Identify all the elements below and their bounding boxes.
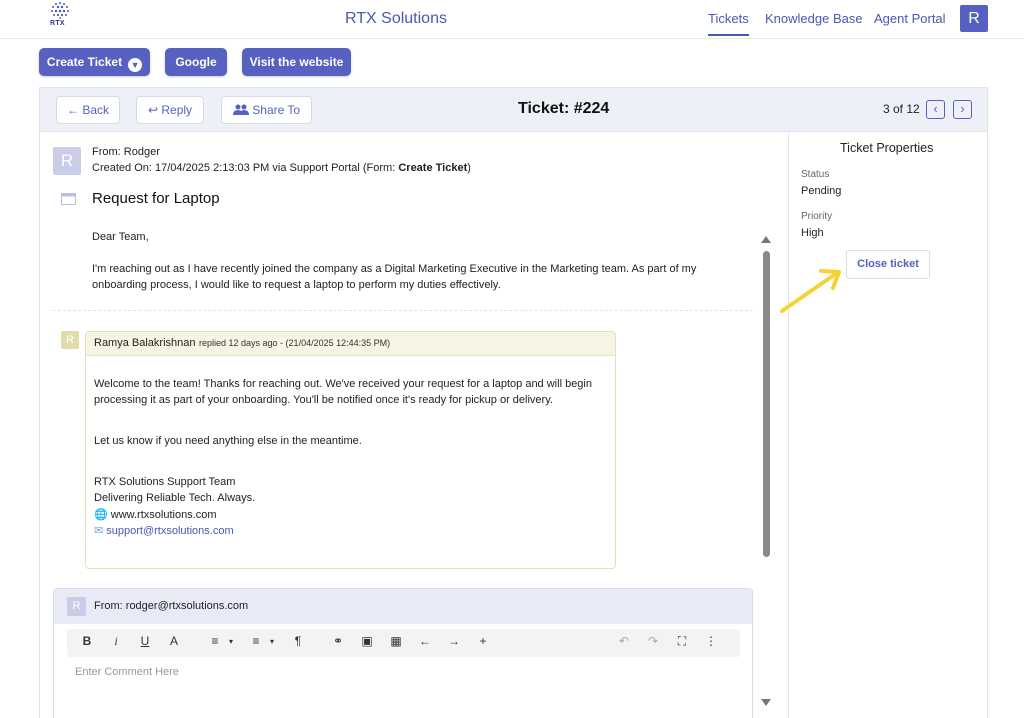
chevron-down-icon: ▼	[128, 58, 143, 72]
italic-icon[interactable]: i	[107, 634, 125, 649]
scroll-down-icon[interactable]	[761, 699, 771, 706]
reply-line3: Let us know if you need anything else in…	[94, 435, 362, 447]
annotation-arrow-icon	[780, 269, 841, 313]
nav-agent-portal[interactable]: Agent Portal	[874, 11, 946, 26]
redo-icon[interactable]: ↷	[644, 634, 662, 648]
google-button[interactable]: Google	[165, 48, 227, 76]
signature-email-row: ✉ support@rtxsolutions.com	[94, 524, 234, 537]
comment-composer: R From: rodger@rtxsolutions.com B i U A …	[53, 588, 753, 718]
user-avatar[interactable]: R	[960, 5, 988, 32]
message-created: Created On: 17/04/2025 2:13:03 PM via Su…	[92, 162, 471, 174]
properties-title: Ticket Properties	[840, 141, 934, 155]
reply-icon: ↩	[147, 103, 159, 117]
back-button[interactable]: ← Back	[56, 96, 120, 124]
create-ticket-button[interactable]: Create Ticket ▼	[39, 48, 150, 76]
app-title: RTX Solutions	[345, 10, 447, 27]
reply-header: Ramya Balakrishnan replied 12 days ago -…	[86, 332, 615, 356]
underline-icon[interactable]: U	[136, 634, 154, 648]
signature-website-row: 🌐 www.rtxsolutions.com	[94, 508, 217, 521]
company-logo[interactable]: RTX	[48, 0, 72, 34]
signature-tagline: Delivering Reliable Tech. Always.	[94, 492, 256, 504]
visit-website-button[interactable]: Visit the website	[242, 48, 351, 76]
comment-input[interactable]: Enter Comment Here	[75, 666, 179, 678]
link-icon[interactable]: ⚭	[329, 634, 347, 648]
close-ticket-button[interactable]: Close ticket	[846, 250, 930, 279]
next-ticket-button[interactable]: ›	[953, 100, 972, 119]
image-icon[interactable]: ▣	[358, 634, 376, 648]
ordered-list-dropdown-icon[interactable]: ▾	[222, 637, 240, 646]
scrollbar-thumb[interactable]	[763, 251, 770, 557]
conversation-area: R From: Rodger Created On: 17/04/2025 2:…	[40, 133, 788, 718]
font-size-icon[interactable]: A	[165, 634, 183, 648]
created-text: Created On: 17/04/2025 2:13:03 PM via Su…	[92, 162, 399, 174]
share-to-button[interactable]: Share To	[221, 96, 312, 124]
reply-line1: Welcome to the team! Thanks for reaching…	[94, 378, 592, 390]
reply-author: Ramya Balakrishnan	[94, 337, 196, 349]
priority-value: High	[801, 227, 824, 239]
fullscreen-icon[interactable]: ⛶	[673, 634, 691, 649]
back-label: Back	[82, 103, 110, 117]
priority-label: Priority	[801, 211, 833, 222]
composer-avatar: R	[67, 597, 86, 616]
globe-icon: 🌐	[94, 509, 108, 521]
outdent-icon[interactable]: ←	[416, 634, 434, 648]
reply-card: Ramya Balakrishnan replied 12 days ago -…	[85, 331, 616, 569]
sender-avatar: R	[53, 147, 81, 175]
message-subject: Request for Laptop	[92, 190, 220, 207]
reply-line2: processing it as part of your onboarding…	[94, 394, 553, 406]
indent-icon[interactable]: →	[445, 634, 463, 648]
message-greeting: Dear Team,	[92, 231, 149, 243]
subject-icon	[61, 193, 76, 205]
editor-toolbar: B i U A ≡ ▾ ≡ ▾ ¶ ⚭ ▣ ▦ ← → + ↶ ↷ ⛶ ⋮	[67, 629, 740, 657]
people-icon	[232, 104, 249, 115]
nav-tickets[interactable]: Tickets	[708, 11, 749, 36]
back-arrow-icon: ←	[66, 103, 79, 117]
ticket-panel: ← Back ↩ Reply Share To Ticket: #224 3 o…	[39, 87, 988, 718]
more-options-icon[interactable]: ⋮	[702, 634, 720, 648]
paragraph-icon[interactable]: ¶	[289, 634, 307, 648]
logo-text: RTX	[50, 20, 65, 27]
ticket-properties-panel: Ticket Properties Status Pending Priorit…	[788, 133, 987, 718]
email-icon: ✉	[94, 525, 104, 537]
signature-email-link[interactable]: support@rtxsolutions.com	[106, 525, 233, 537]
message-body-line2: onboarding process, I would like to requ…	[92, 279, 501, 291]
scroll-up-icon[interactable]	[761, 236, 771, 243]
composer-from: From: rodger@rtxsolutions.com	[94, 600, 249, 612]
pager-text: 3 of 12	[883, 102, 920, 116]
logo-globe-icon	[51, 2, 69, 19]
insert-icon[interactable]: +	[474, 634, 492, 648]
form-name: Create Ticket	[398, 162, 468, 174]
create-ticket-label: Create Ticket	[46, 55, 123, 69]
ticket-title: Ticket: #224	[518, 100, 610, 117]
signature-website[interactable]: www.rtxsolutions.com	[111, 509, 217, 521]
composer-header: R From: rodger@rtxsolutions.com	[54, 589, 752, 624]
bold-icon[interactable]: B	[78, 634, 96, 648]
signature-team: RTX Solutions Support Team	[94, 476, 236, 488]
share-label: Share To	[252, 103, 301, 117]
divider	[53, 310, 753, 311]
reply-meta: replied 12 days ago - (21/04/2025 12:44:…	[199, 338, 391, 348]
message-from: From: Rodger	[92, 146, 160, 158]
status-value: Pending	[801, 185, 842, 197]
status-label: Status	[801, 169, 830, 180]
reply-button[interactable]: ↩ Reply	[136, 96, 204, 124]
table-icon[interactable]: ▦	[387, 634, 405, 648]
message-body-line1: I'm reaching out as I have recently join…	[92, 263, 697, 275]
nav-knowledge-base[interactable]: Knowledge Base	[765, 11, 863, 26]
undo-icon[interactable]: ↶	[615, 634, 633, 648]
reply-avatar: R	[61, 331, 79, 349]
prev-ticket-button[interactable]: ‹	[926, 100, 945, 119]
ticket-toolbar: ← Back ↩ Reply Share To Ticket: #224 3 o…	[40, 88, 987, 132]
created-suffix: )	[467, 162, 471, 174]
top-header: RTX RTX Solutions Tickets Knowledge Base…	[0, 0, 1024, 39]
bullet-list-dropdown-icon[interactable]: ▾	[263, 637, 281, 646]
reply-label: Reply	[161, 103, 193, 117]
